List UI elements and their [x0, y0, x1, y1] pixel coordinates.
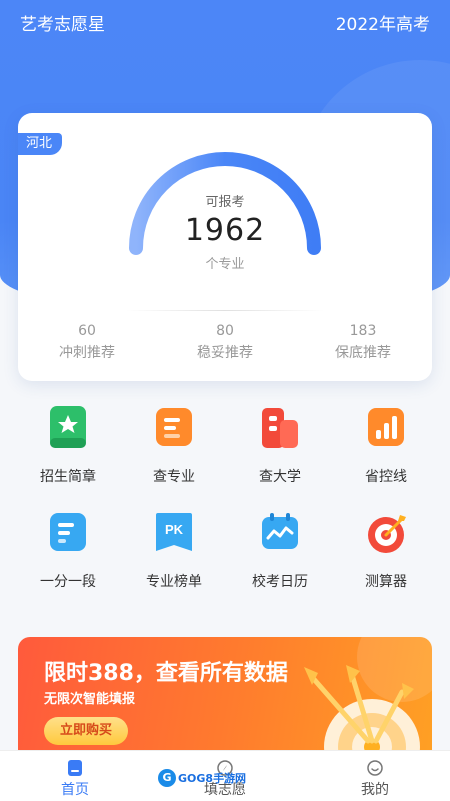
available-majors-count: 1962	[184, 213, 266, 248]
feature-grid: 招生简章 查专业 查大学 省控线 一分一段 PK 专业榜单 校考日历 测算器	[0, 404, 450, 614]
target-icon	[364, 509, 408, 557]
feature-calculator[interactable]: 测算器	[334, 509, 438, 614]
feature-major-ranking[interactable]: PK 专业榜单	[122, 509, 226, 614]
feature-label: 查专业	[153, 469, 195, 485]
pk-icon: PK	[152, 509, 196, 557]
feature-search-major[interactable]: 查专业	[122, 404, 226, 509]
watermark-text: GOG8手游网	[178, 772, 247, 785]
feature-province-line[interactable]: 省控线	[334, 404, 438, 509]
app-title: 艺考志愿星	[20, 14, 105, 35]
tab-label: 我的	[361, 782, 389, 798]
gauge-unit: 个专业	[205, 257, 245, 272]
bar-chart-icon	[364, 404, 408, 452]
document-lines-icon	[152, 404, 196, 452]
buy-now-button[interactable]: 立即购买	[44, 717, 128, 745]
book-star-icon	[46, 404, 90, 452]
feature-label: 专业榜单	[146, 574, 202, 590]
feature-label: 省控线	[365, 469, 407, 485]
exam-year-title[interactable]: 2022年高考	[336, 10, 430, 35]
rec-count: 80	[216, 323, 234, 339]
gauge-label: 可报考	[205, 195, 245, 210]
smile-icon	[367, 760, 383, 776]
feature-label: 校考日历	[252, 574, 308, 590]
feature-school-exam-calendar[interactable]: 校考日历	[228, 509, 332, 614]
tab-label: 首页	[61, 782, 89, 798]
calendar-wave-icon	[258, 509, 302, 557]
rec-stable[interactable]: 80 稳妥推荐	[156, 323, 294, 362]
feature-label: 招生简章	[40, 469, 96, 485]
summary-card[interactable]: 河北 可报考 1962 个专业 60 冲刺推荐 80 稳妥推荐 183 保底推荐	[18, 113, 432, 381]
feature-score-segment[interactable]: 一分一段	[16, 509, 120, 614]
rec-sprint[interactable]: 60 冲刺推荐	[18, 323, 156, 362]
pk-icon-text: PK	[165, 522, 184, 537]
tab-home[interactable]: 首页	[0, 751, 150, 801]
rec-label: 稳妥推荐	[197, 345, 253, 361]
promo-banner[interactable]: 限时388，查看所有数据 无限次智能填报 立即购买	[18, 637, 432, 762]
feature-search-university[interactable]: 查大学	[228, 404, 332, 509]
site-watermark: G GOG8手游网	[158, 769, 246, 787]
rec-label: 保底推荐	[335, 345, 391, 361]
divider	[126, 310, 324, 311]
rec-safe[interactable]: 183 保底推荐	[294, 323, 432, 362]
feature-label: 查大学	[259, 469, 301, 485]
watermark-badge: G	[158, 769, 176, 787]
rec-label: 冲刺推荐	[59, 345, 115, 361]
building-icon	[258, 404, 302, 452]
banner-subtitle: 无限次智能填报	[44, 692, 136, 707]
feature-label: 一分一段	[40, 574, 96, 590]
feature-label: 测算器	[365, 574, 407, 590]
rec-count: 60	[78, 323, 96, 339]
home-icon	[68, 760, 82, 776]
rec-count: 183	[349, 323, 377, 339]
recommendation-row: 60 冲刺推荐 80 稳妥推荐 183 保底推荐	[18, 323, 432, 362]
header-bar: 艺考志愿星 2022年高考	[0, 0, 450, 44]
feature-admission-guide[interactable]: 招生简章	[16, 404, 120, 509]
tab-profile[interactable]: 我的	[300, 751, 450, 801]
document-lines-icon	[46, 509, 90, 557]
region-tag[interactable]: 河北	[18, 133, 63, 155]
target-arrows-illustration	[304, 637, 432, 762]
